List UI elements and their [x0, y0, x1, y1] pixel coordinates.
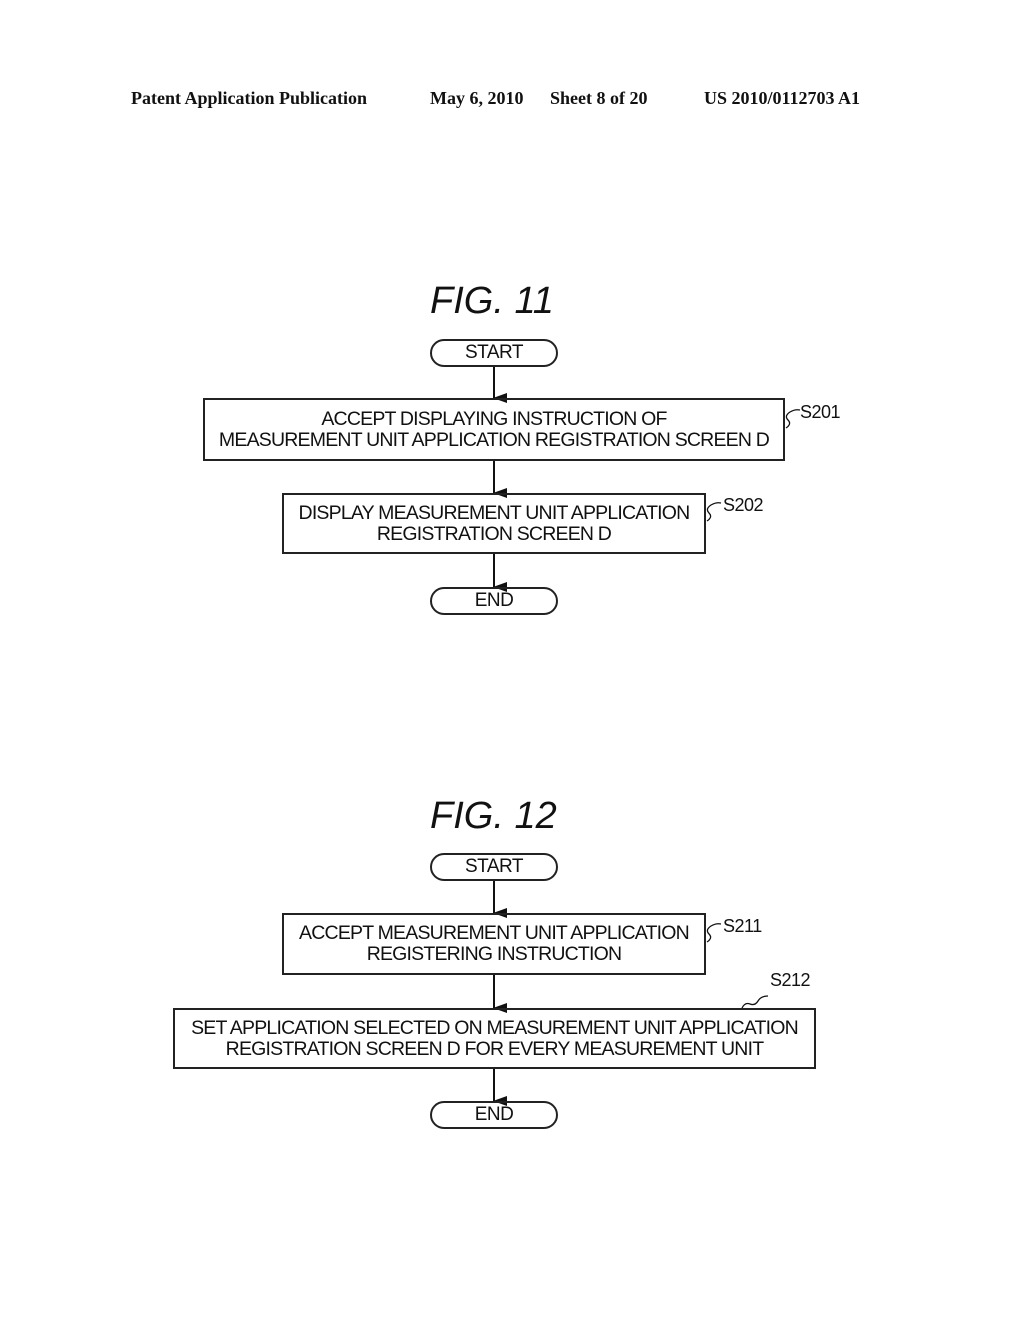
- end-terminal: END: [430, 1101, 558, 1129]
- step-text-line: REGISTERING INSTRUCTION: [366, 943, 622, 965]
- process-step-s201: ACCEPT DISPLAYING INSTRUCTION OF MEASURE…: [203, 398, 785, 461]
- leader-s202: [706, 502, 722, 522]
- step-text-line: REGISTRATION SCREEN D FOR EVERY MEASUREM…: [225, 1037, 764, 1060]
- start-terminal: START: [430, 853, 558, 881]
- leader-s212: [741, 995, 769, 1009]
- step-text-line: ACCEPT DISPLAYING INSTRUCTION OF: [321, 407, 667, 430]
- step-label-s201: S201: [800, 402, 841, 422]
- leader-s211: [706, 923, 722, 943]
- step-text-line: REGISTRATION SCREEN D: [376, 522, 612, 545]
- process-step-s212: SET APPLICATION SELECTED ON MEASUREMENT …: [173, 1008, 816, 1069]
- step-label-s212: S212: [770, 970, 811, 990]
- figure-title: FIG. 11: [430, 280, 554, 322]
- step-label-s202: S202: [723, 495, 764, 515]
- figure-title: FIG. 12: [430, 795, 557, 837]
- step-label-s211: S211: [723, 916, 762, 936]
- step-text-line: DISPLAY MEASUREMENT UNIT APPLICATION: [298, 501, 691, 524]
- step-text-line: MEASUREMENT UNIT APPLICATION REGISTRATIO…: [218, 428, 770, 451]
- step-text-line: ACCEPT MEASUREMENT UNIT APPLICATION: [299, 922, 690, 944]
- process-step-s211: ACCEPT MEASUREMENT UNIT APPLICATION REGI…: [282, 913, 706, 975]
- start-terminal: START: [430, 339, 558, 367]
- leader-s201: [785, 409, 801, 429]
- step-text-line: SET APPLICATION SELECTED ON MEASUREMENT …: [191, 1016, 799, 1039]
- process-step-s202: DISPLAY MEASUREMENT UNIT APPLICATION REG…: [282, 493, 706, 554]
- end-terminal: END: [430, 587, 558, 615]
